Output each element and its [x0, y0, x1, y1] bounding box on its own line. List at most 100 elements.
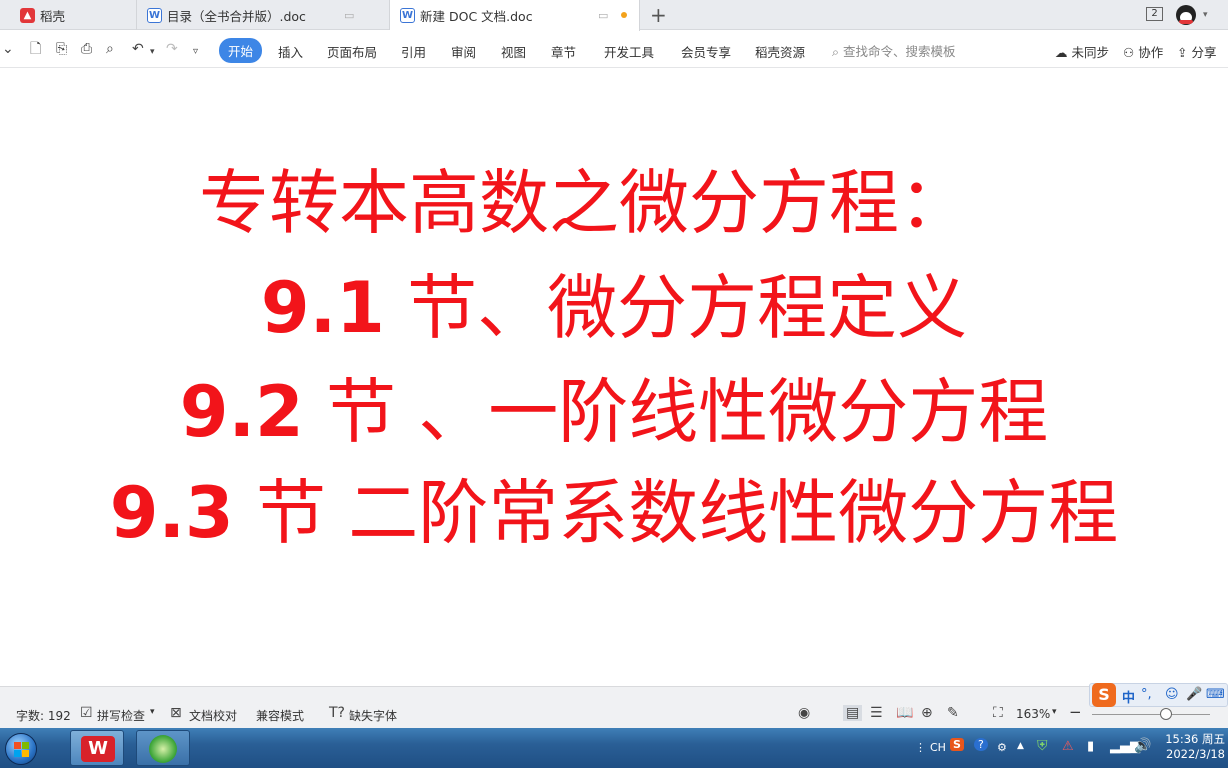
tab-toc-doc-label: 目录（全书合并版）.doc [167, 8, 306, 24]
volume-icon[interactable]: 🔊 [1134, 738, 1151, 754]
word-count[interactable]: 字数: 192 [16, 707, 71, 724]
ime-lang-mode[interactable]: 中 [1122, 687, 1135, 706]
chevron-down-icon[interactable]: ▾ [1203, 10, 1208, 20]
menu-references[interactable]: 引用 [401, 42, 426, 61]
checkbox-icon[interactable]: ☑ [80, 705, 93, 721]
share-button[interactable]: ⇪ 分享 [1177, 42, 1216, 61]
menu-developer[interactable]: 开发工具 [604, 42, 654, 61]
read-mode-icon[interactable]: 📖 [896, 705, 913, 721]
chevron-down-icon[interactable]: ▾ [1052, 707, 1057, 717]
clock-time: 15:36 周五 [1165, 732, 1225, 746]
chevron-down-icon[interactable]: ▾ [150, 707, 155, 717]
voice-mic-icon[interactable]: 🎤 [1186, 687, 1202, 702]
qq-avatar[interactable] [1176, 5, 1196, 25]
undo-dropdown-icon[interactable]: ▾ [150, 44, 155, 60]
print-preview-icon[interactable]: ⌕ [106, 41, 114, 57]
tab-new-doc[interactable]: W 新建 DOC 文档.doc ▭ [390, 0, 640, 31]
help-icon[interactable]: ? [974, 738, 988, 751]
doc-title-line[interactable]: 专转本高数之微分方程： [0, 147, 1228, 248]
wps-writer-icon: W [400, 8, 415, 23]
command-search[interactable]: ⌕ 查找命令、搜索模板 [832, 41, 956, 60]
outline-view-icon[interactable]: ☰ [870, 705, 883, 721]
zoom-level[interactable]: 163% [1016, 707, 1050, 721]
usb-device-icon[interactable]: ▮ [1087, 739, 1094, 754]
window-count-badge[interactable]: 2 [1146, 7, 1163, 21]
export-pdf-icon[interactable]: ⎘ [56, 41, 67, 57]
taskbar-browser-button[interactable] [136, 730, 190, 766]
tray-expand-icon[interactable]: ▲ [1017, 741, 1024, 751]
proofread-icon[interactable]: ⊠ [170, 705, 182, 721]
proofread-button[interactable]: 文档校对 [189, 707, 237, 724]
section-number: 9.3 [109, 472, 234, 554]
document-canvas[interactable]: 专转本高数之微分方程： 9.1 节、微分方程定义 9.2 节 、一阶线性微分方程… [0, 69, 1228, 686]
collaborate-label: 协作 [1138, 45, 1164, 60]
sync-button[interactable]: ☁ 未同步 [1055, 42, 1109, 61]
section-title: 节 、一阶线性微分方程 [303, 371, 1049, 453]
tab-docer[interactable]: ▲ 稻壳 [10, 0, 137, 30]
fit-page-icon[interactable]: ⛶ [993, 705, 1003, 721]
status-bar: 字数: 192 ☑ 拼写检查 ▾ ⊠ 文档校对 兼容模式 T? 缺失字体 ◉ ▤… [0, 686, 1228, 728]
network-error-icon[interactable]: ⚠ [1062, 739, 1074, 754]
pin-icon[interactable]: ▭ [598, 9, 608, 22]
menu-member[interactable]: 会员专享 [681, 42, 731, 61]
emoji-icon[interactable]: ☺ [1165, 687, 1179, 702]
redo-icon[interactable]: ↷ [166, 41, 178, 57]
keyboard-icon[interactable]: ⌨ [1206, 687, 1225, 702]
zoom-slider-track[interactable] [1092, 714, 1210, 715]
save-icon[interactable]: 🗋 [30, 41, 41, 57]
ime-toolbar[interactable]: S 中 °, ☺ 🎤 ⌨ [1089, 683, 1228, 707]
user-icon: ⚇ [1123, 45, 1135, 60]
security-shield-icon[interactable]: ⛨ [1037, 738, 1048, 754]
wps-logo-icon: W [81, 736, 115, 762]
show-hidden-icons[interactable]: ⋮ [915, 741, 926, 754]
tab-docer-label: 稻壳 [40, 8, 66, 24]
clock-date: 2022/3/18 [1166, 747, 1225, 761]
quick-access-dropdown-icon[interactable]: ▿ [193, 44, 198, 60]
docer-icon: ▲ [20, 7, 35, 23]
doc-section-9-2[interactable]: 9.2 节 、一阶线性微分方程 [0, 356, 1228, 457]
menu-docer-resources[interactable]: 稻壳资源 [755, 42, 805, 61]
print-icon[interactable]: ⎙ [81, 41, 92, 57]
share-icon: ⇪ [1177, 45, 1188, 60]
command-search-placeholder: 查找命令、搜索模板 [843, 44, 956, 59]
pin-icon[interactable]: ▭ [344, 9, 354, 22]
ime-settings-icon[interactable]: ⚙ [997, 741, 1007, 754]
system-clock[interactable]: 15:36 周五 2022/3/18 [1165, 732, 1225, 762]
start-button[interactable] [2, 730, 42, 766]
section-title: 节、微分方程定义 [384, 267, 968, 349]
sogou-tray-icon[interactable]: S [950, 738, 964, 751]
page-view-icon[interactable]: ▤ [843, 705, 863, 721]
undo-icon[interactable]: ↶ [132, 41, 144, 57]
taskbar-wps-button[interactable]: W [70, 730, 124, 766]
windows-logo-icon [5, 733, 37, 765]
missing-fonts-button[interactable]: 缺失字体 [349, 707, 397, 724]
zoom-out-icon[interactable]: − [1069, 703, 1082, 721]
menu-review[interactable]: 审阅 [451, 42, 476, 61]
doc-section-9-3[interactable]: 9.3 节 二阶常系数线性微分方程 [0, 457, 1228, 558]
zoom-slider-thumb[interactable] [1160, 708, 1173, 720]
pen-icon[interactable]: ✎ [947, 705, 959, 721]
web-view-icon[interactable]: ⊕ [921, 705, 933, 721]
compat-mode-label: 兼容模式 [256, 709, 305, 723]
input-language-indicator[interactable]: CH [930, 741, 946, 754]
missing-font-icon[interactable]: T? [329, 705, 345, 721]
menu-insert[interactable]: 插入 [278, 42, 303, 61]
tab-new-doc-label: 新建 DOC 文档.doc [420, 9, 533, 24]
section-number: 9.2 [179, 371, 304, 453]
eye-protection-icon[interactable]: ◉ [798, 705, 810, 721]
section-title: 节 二阶常系数线性微分方程 [233, 472, 1119, 554]
sogou-ime-icon[interactable]: S [1092, 683, 1116, 707]
new-tab-plus-icon[interactable]: + [650, 3, 667, 27]
menu-page-layout[interactable]: 页面布局 [327, 42, 377, 61]
ime-punct-mode[interactable]: °, [1141, 687, 1152, 702]
menu-view[interactable]: 视图 [501, 42, 526, 61]
tab-toc-doc[interactable]: W 目录（全书合并版）.doc ▭ [137, 0, 390, 30]
spell-check-button[interactable]: 拼写检查 [97, 707, 145, 724]
chevron-down-icon[interactable]: ⌄ [2, 41, 14, 57]
wps-writer-icon: W [147, 7, 162, 23]
doc-section-9-1[interactable]: 9.1 节、微分方程定义 [0, 252, 1228, 353]
collaborate-button[interactable]: ⚇ 协作 [1123, 42, 1163, 61]
menu-chapter[interactable]: 章节 [551, 42, 576, 61]
menu-home[interactable]: 开始 [219, 38, 263, 63]
share-label: 分享 [1191, 45, 1217, 60]
